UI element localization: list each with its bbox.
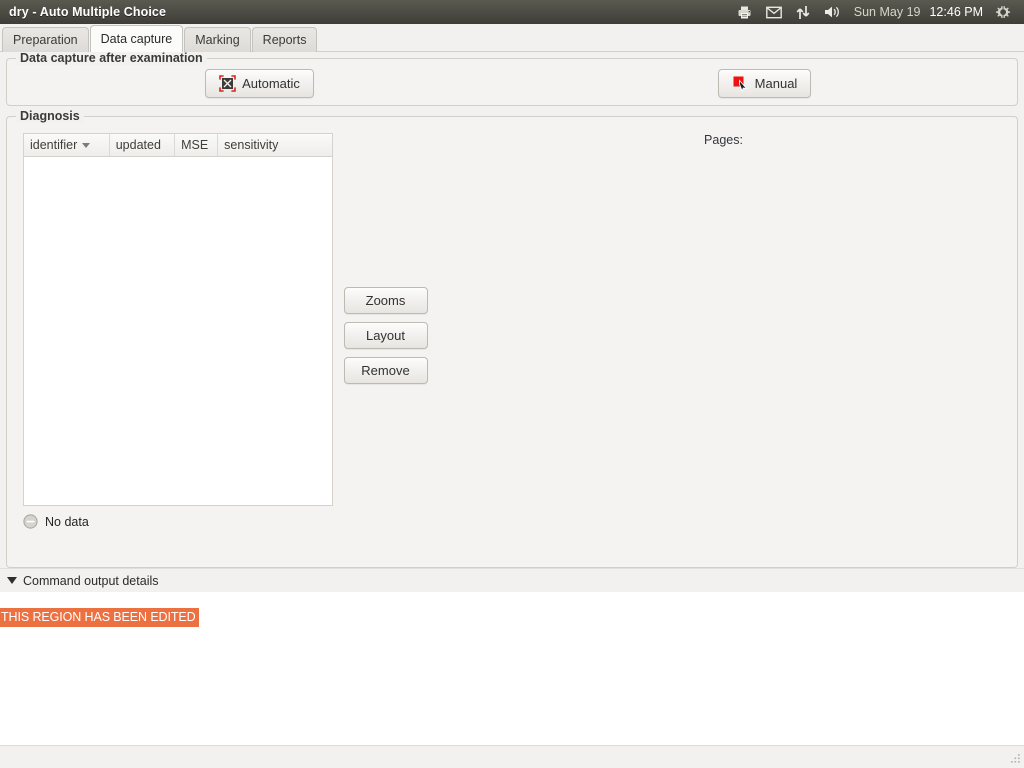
pages-column: Pages: (438, 127, 1009, 559)
volume-icon[interactable] (817, 0, 848, 24)
sort-descending-icon (82, 142, 91, 148)
diagnosis-table-body[interactable] (24, 157, 332, 505)
manual-capture-label: Manual (754, 75, 798, 91)
window-title: dry - Auto Multiple Choice (9, 5, 166, 19)
pages-thumbnail-area[interactable] (448, 157, 999, 549)
printer-icon[interactable] (730, 0, 759, 24)
zooms-button[interactable]: Zooms (343, 287, 428, 314)
power-gear-icon[interactable] (989, 0, 1018, 24)
main-tabstrip: Preparation Data capture Marking Reports (0, 24, 1024, 52)
column-header-updated[interactable]: updated (110, 134, 176, 156)
no-data-icon (23, 514, 38, 529)
column-header-label: identifier (30, 138, 78, 152)
diagnosis-status-row: No data (23, 506, 333, 532)
edited-region-banner: THIS REGION HAS BEEN EDITED (0, 608, 199, 627)
layout-button[interactable]: Layout (343, 322, 428, 349)
tab-reports[interactable]: Reports (251, 27, 318, 52)
remove-button[interactable]: Remove (343, 357, 428, 384)
column-header-label: updated (115, 138, 161, 152)
tab-preparation[interactable]: Preparation (2, 27, 89, 52)
column-header-label: MSE (181, 138, 209, 152)
layout-button-label: Layout (365, 328, 406, 343)
scan-target-icon (219, 74, 236, 92)
window-statusbar (0, 745, 1024, 768)
automatic-capture-button[interactable]: Automatic (205, 68, 314, 98)
resize-grip-handle[interactable] (1008, 752, 1021, 765)
diagnosis-status-text: No data (45, 514, 89, 529)
zooms-button-label: Zooms (365, 293, 406, 308)
command-output-area[interactable]: THIS REGION HAS BEEN EDITED (0, 592, 1024, 745)
mail-icon[interactable] (759, 0, 789, 24)
tray-date: Sun May 19 (853, 5, 921, 19)
column-header-mse[interactable]: MSE (175, 134, 219, 156)
tab-label: Data capture (100, 32, 173, 46)
network-transfer-icon[interactable] (789, 0, 817, 24)
data-capture-panel: Data capture after examination Automatic… (0, 51, 1024, 568)
tab-marking[interactable]: Marking (184, 27, 251, 52)
manual-capture-button[interactable]: Manual (717, 68, 812, 98)
automatic-capture-label: Automatic (242, 75, 300, 91)
column-header-identifier[interactable]: identifier (24, 134, 110, 156)
diagnosis-table-header: identifier updated MSE sensitivity (24, 134, 332, 157)
diagnosis-action-buttons: Zooms Layout Remove (333, 127, 438, 559)
column-header-label: sensitivity (224, 138, 279, 152)
tab-data-capture[interactable]: Data capture (89, 25, 184, 52)
cursor-square-icon (732, 75, 749, 92)
capture-frame-title: Data capture after examination (16, 51, 207, 65)
capture-frame: Data capture after examination Automatic… (6, 51, 1018, 106)
command-output-toggle[interactable]: Command output details (0, 568, 1024, 592)
diagnosis-list-column: identifier updated MSE sensitivity No da… (15, 127, 333, 559)
system-tray: Sun May 19 12:46 PM (730, 0, 1024, 24)
tab-label: Preparation (13, 33, 78, 47)
chevron-down-icon (7, 577, 17, 584)
command-output-label: Command output details (23, 573, 159, 588)
clock-indicator[interactable]: Sun May 19 12:46 PM (848, 5, 989, 19)
column-header-sensitivity[interactable]: sensitivity (218, 134, 332, 156)
diagnosis-table[interactable]: identifier updated MSE sensitivity (23, 133, 333, 506)
pages-label: Pages: (704, 133, 743, 147)
tray-time: 12:46 PM (929, 5, 983, 19)
diagnosis-frame: Diagnosis identifier updated MSE sensiti… (6, 109, 1018, 568)
application-window: dry - Auto Multiple Choice Sun May 19 12… (0, 0, 1024, 768)
remove-button-label: Remove (361, 363, 410, 378)
tab-label: Reports (262, 33, 307, 47)
window-titlebar: dry - Auto Multiple Choice Sun May 19 12… (0, 0, 1024, 24)
tab-label: Marking (195, 33, 240, 47)
